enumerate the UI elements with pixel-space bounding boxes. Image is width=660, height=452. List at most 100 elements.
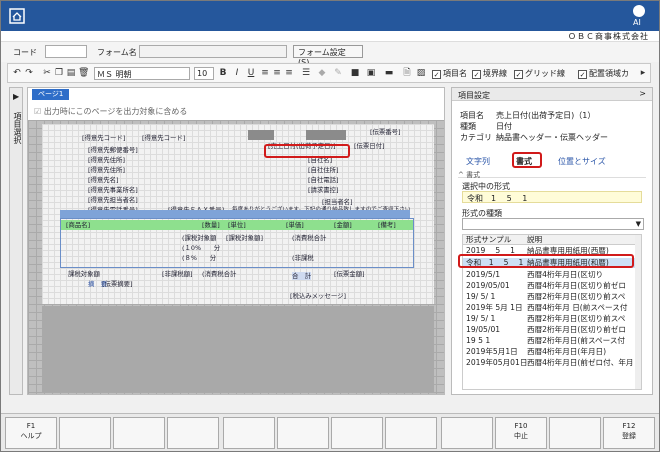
field[interactable]: (８% 分	[182, 254, 216, 262]
field[interactable]: (消費税合計	[292, 234, 326, 242]
field[interactable]: [備考]	[378, 221, 396, 229]
function-key-button[interactable]	[167, 417, 219, 449]
area-checkbox[interactable]: ✓ 配置領域カ	[578, 68, 629, 79]
format-section-header[interactable]: ^ 書式	[458, 170, 646, 179]
design-canvas[interactable]: ページ1 ☑ 出力時にこのページを出力対象に含める [得意先コード] [得意先コ…	[27, 87, 445, 395]
chevron-right-icon[interactable]: >	[639, 89, 646, 98]
underline-button[interactable]: U	[246, 67, 256, 80]
check-icon: ✓	[578, 70, 587, 79]
function-key-button[interactable]	[331, 417, 383, 449]
field[interactable]: [担当者名]	[322, 198, 353, 206]
font-name-select[interactable]: ＭＳ 明朝	[94, 67, 190, 80]
item-select-tab[interactable]: ▶ 項目選択	[9, 87, 23, 395]
list-item[interactable]: 19 5 1 西暦2桁年月日(前スペース付	[463, 336, 641, 346]
align-right-icon[interactable]: ≡	[284, 67, 294, 80]
list-header: 形式サンプル 説明	[463, 235, 641, 245]
function-key-button[interactable]	[277, 417, 329, 449]
font-size-select[interactable]: 10	[194, 67, 214, 80]
form-sheet[interactable]: [得意先コード] [得意先コード] [伝票番号] [伝票日付] [得意先郵便番号…	[42, 124, 434, 304]
list-item[interactable]: 2019年5月1日 西暦4桁年月日(年月日)	[463, 347, 641, 357]
delete-icon[interactable]: 🗑	[78, 67, 89, 80]
function-key-button[interactable]	[549, 417, 601, 449]
field[interactable]: [税込みメッセージ]	[290, 292, 346, 300]
field[interactable]: [単価]	[286, 221, 304, 229]
field[interactable]: [商品名]	[66, 221, 90, 229]
function-key-button[interactable]	[113, 417, 165, 449]
border-color-icon[interactable]: ■	[348, 67, 362, 80]
field[interactable]: [得意先住所]	[88, 166, 125, 174]
home-icon[interactable]	[9, 8, 25, 24]
field[interactable]: [自社電話]	[308, 176, 339, 184]
function-key-button[interactable]	[223, 417, 275, 449]
list-item[interactable]: 2019/05/01 西暦4桁年月日(区切り前ゼロ	[463, 281, 641, 291]
list-item[interactable]: 2019年 5月 1日 西暦4桁年月 日(前スペース付	[463, 303, 641, 313]
cut-icon[interactable]: ✂	[42, 67, 52, 80]
line-spacing-icon[interactable]: ☰	[300, 67, 312, 80]
align-left-icon[interactable]: ≡	[260, 67, 270, 80]
code-input[interactable]	[45, 45, 87, 58]
field[interactable]: [課税対象額]	[226, 234, 263, 242]
function-key-button[interactable]	[441, 417, 493, 449]
f12-register-button[interactable]: F12 登録	[603, 417, 655, 449]
field[interactable]: (課税対象額	[182, 234, 216, 242]
function-key-button[interactable]	[385, 417, 437, 449]
border-checkbox[interactable]: ✓ 境界線	[472, 68, 507, 79]
bold-button[interactable]: B	[218, 67, 228, 80]
redo-icon[interactable]: ↷	[24, 67, 34, 80]
form-name-input[interactable]	[139, 45, 287, 58]
field[interactable]: [得意先郵便番号]	[88, 146, 138, 154]
page-icon[interactable]: 🗎	[402, 67, 412, 80]
field[interactable]: [得意先コード]	[142, 134, 185, 142]
field[interactable]: (１0% 分	[182, 244, 220, 252]
field[interactable]: [請求書控]	[308, 186, 339, 194]
undo-icon[interactable]: ↶	[12, 67, 22, 80]
item-name-checkbox[interactable]: ✓ 項目名	[432, 68, 467, 79]
field[interactable]: (非課税	[292, 254, 314, 262]
align-center-icon[interactable]: ≡	[272, 67, 282, 80]
field[interactable]: [得意先担当者名]	[88, 196, 138, 204]
field[interactable]: [得意先住所]	[88, 156, 125, 164]
paste-icon[interactable]: ▤	[66, 67, 76, 80]
line-style-icon[interactable]: ▬	[382, 67, 396, 80]
list-scrollbar[interactable]	[635, 235, 641, 389]
output-page-option[interactable]: ☑ 出力時にこのページを出力対象に含める	[34, 106, 187, 117]
field[interactable]: [得意先事業所名]	[88, 186, 138, 194]
field[interactable]: 課税対象額	[68, 270, 100, 278]
italic-button[interactable]: I	[232, 67, 242, 80]
list-item[interactable]: 19/05/01 西暦2桁年月日(区切り前ゼロ	[463, 325, 641, 335]
fill-icon[interactable]: ◆	[316, 67, 328, 80]
list-item[interactable]: 2019/5/1 西暦4桁年月日(区切り	[463, 270, 641, 280]
grid-checkbox[interactable]: ✓ グリッド線	[514, 68, 565, 79]
field[interactable]: [金額]	[334, 221, 352, 229]
unused-area	[42, 306, 434, 392]
field[interactable]: (消費税合計	[202, 270, 236, 278]
brush-icon[interactable]: ✎	[332, 67, 344, 80]
expand-arrow-icon[interactable]: ▶	[13, 92, 19, 101]
tab-position-size[interactable]: 位置とサイズ	[558, 156, 606, 167]
page-tab[interactable]: ページ1	[32, 89, 70, 100]
field[interactable]: [伝票日付]	[354, 142, 385, 150]
field[interactable]: [得意先名]	[88, 176, 119, 184]
field[interactable]: [数量]	[202, 221, 220, 229]
field[interactable]: 摘 要	[88, 280, 107, 288]
field[interactable]: [単位]	[228, 221, 246, 229]
toolbar-more-icon[interactable]: ▸	[638, 67, 648, 80]
image-icon[interactable]: ▨	[416, 67, 426, 80]
field[interactable]: [伝票金額]	[334, 270, 365, 278]
field[interactable]: 合 計	[292, 272, 312, 280]
field[interactable]: [自社住所]	[308, 166, 339, 174]
field[interactable]: [非課税額]	[162, 270, 193, 278]
field[interactable]: [伝票番号]	[370, 128, 401, 136]
f1-help-button[interactable]: F1 ヘルプ	[5, 417, 57, 449]
copy-icon[interactable]: ❐	[54, 67, 64, 80]
format-kind-select[interactable]: ▼	[462, 218, 644, 230]
f10-cancel-button[interactable]: F10 中止	[495, 417, 547, 449]
function-key-button[interactable]	[59, 417, 111, 449]
field[interactable]: [得意先コード]	[82, 134, 125, 142]
list-item[interactable]: 2019年05月01日 西暦4桁年月日(前ゼロ付、年月	[463, 358, 641, 368]
fill-color-icon[interactable]: ▣	[364, 67, 378, 80]
form-settings-button[interactable]: フォーム設定(S)...	[293, 45, 363, 67]
tab-text[interactable]: 文字列	[466, 156, 490, 167]
list-item[interactable]: 19/ 5/ 1 西暦2桁年月日(区切り前スペ	[463, 292, 641, 302]
list-item[interactable]: 19/ 5/ 1 西暦2桁年月日(区切り前スペ	[463, 314, 641, 324]
